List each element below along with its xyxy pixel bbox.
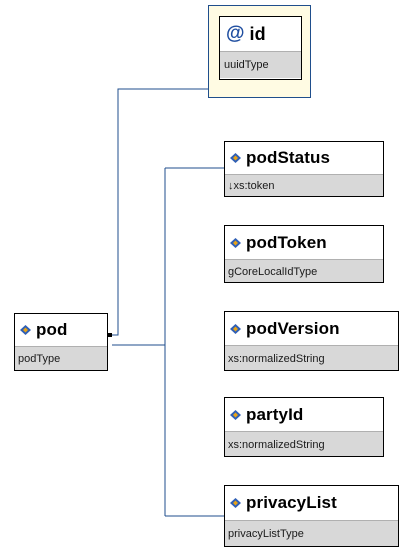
- root-element-type: podType: [15, 346, 107, 370]
- attribute-id-node[interactable]: @ id uuidType: [219, 16, 302, 80]
- child-element-name: podStatus: [246, 148, 331, 167]
- child-element-podVersion[interactable]: podVersion xs:normalizedString: [224, 311, 399, 371]
- attribute-header: @ id: [220, 17, 301, 51]
- child-element-header: podStatus: [225, 142, 383, 174]
- child-element-name: partyId: [246, 404, 304, 424]
- root-element-name: pod: [36, 320, 68, 339]
- child-element-type: privacyListType: [225, 520, 398, 546]
- attribute-at-icon: @: [226, 23, 245, 44]
- sequence-connector: [108, 333, 112, 337]
- attribute-name: id: [249, 23, 266, 44]
- child-element-name: privacyList: [246, 493, 337, 512]
- schema-diagram: @ id uuidType pod podType podStatus ↓xs:…: [0, 0, 399, 550]
- element-icon: [230, 323, 241, 334]
- root-element-header: pod: [15, 314, 107, 346]
- attribute-type: uuidType: [220, 51, 301, 78]
- child-element-header: podToken: [225, 226, 383, 259]
- child-element-podStatus[interactable]: podStatus ↓xs:token: [224, 141, 384, 197]
- child-element-name: podToken: [246, 232, 327, 252]
- root-element-pod[interactable]: pod podType: [14, 313, 108, 371]
- child-element-type: xs:normalizedString: [225, 431, 383, 456]
- element-icon: [230, 409, 241, 420]
- child-element-header: privacyList: [225, 486, 398, 520]
- child-element-header: partyId: [225, 398, 383, 431]
- child-element-name: podVersion: [246, 318, 340, 338]
- element-icon: [230, 237, 241, 248]
- child-element-type: ↓xs:token: [225, 174, 383, 196]
- child-element-type: gCoreLocalIdType: [225, 259, 383, 282]
- child-element-podToken[interactable]: podToken gCoreLocalIdType: [224, 225, 384, 283]
- element-icon: [20, 325, 31, 335]
- child-element-type: xs:normalizedString: [225, 345, 398, 370]
- child-element-header: podVersion: [225, 312, 398, 345]
- child-element-partyId[interactable]: partyId xs:normalizedString: [224, 397, 384, 457]
- child-element-privacyList[interactable]: privacyList privacyListType: [224, 485, 399, 547]
- line-root-to-attribute: [112, 88, 208, 336]
- element-icon: [230, 498, 241, 508]
- element-icon: [230, 153, 241, 163]
